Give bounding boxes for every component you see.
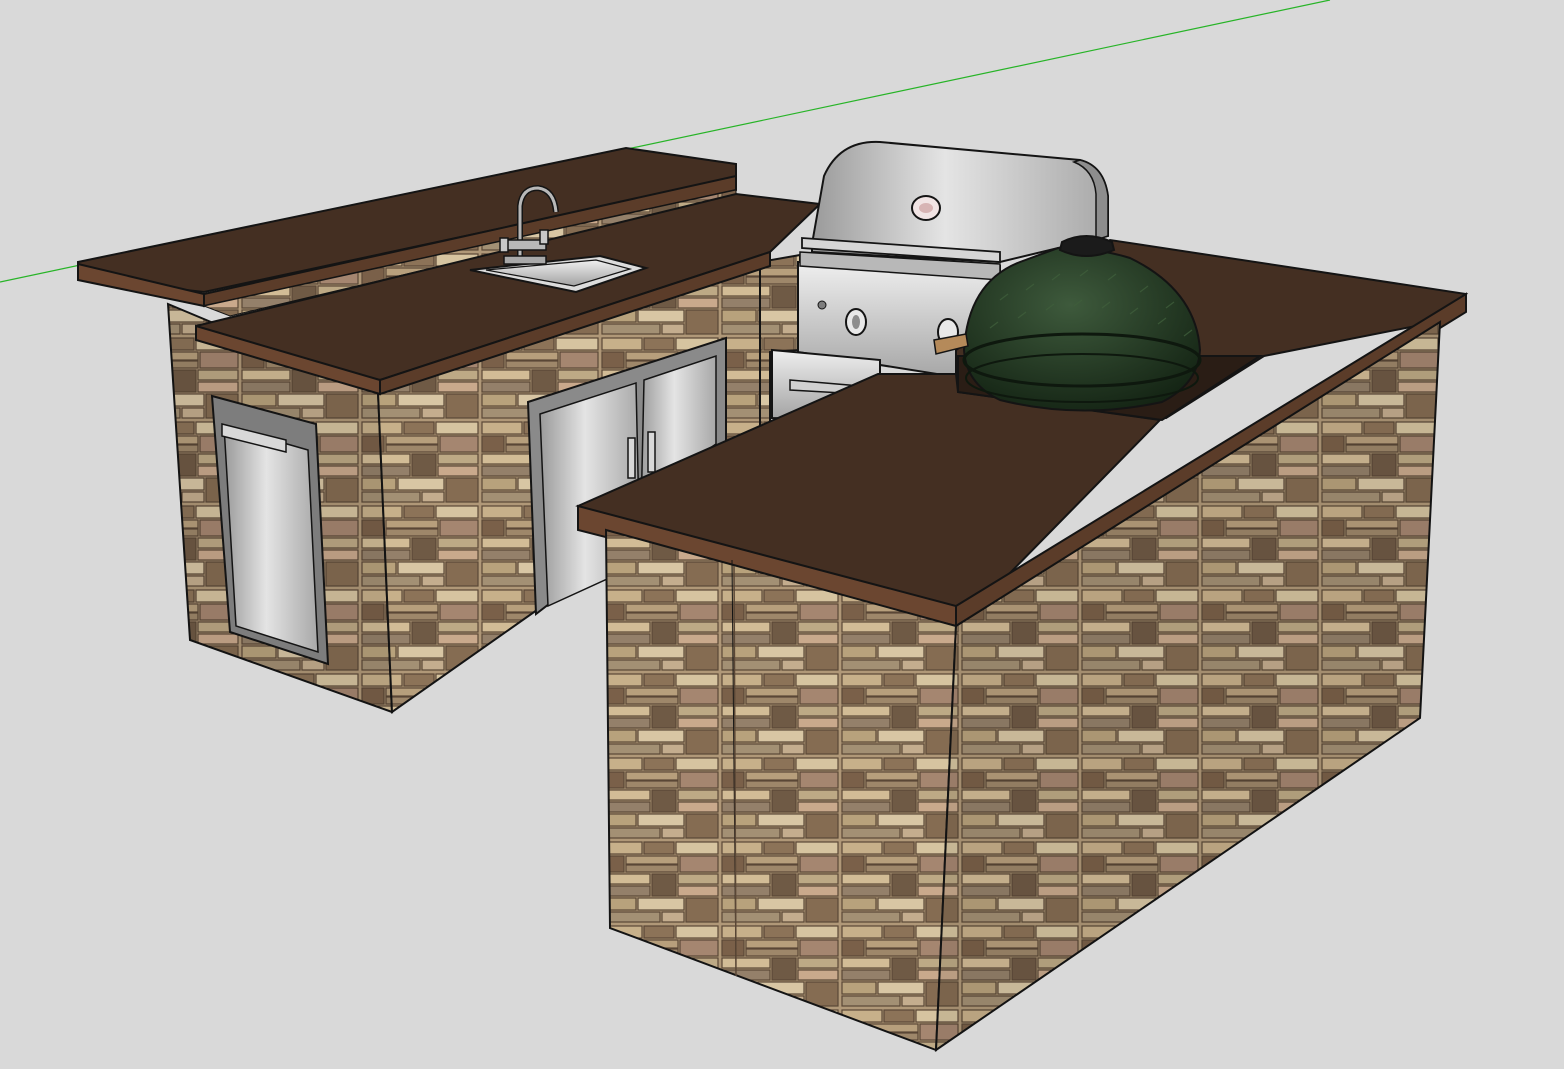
vent-cap-icon[interactable] [1058, 235, 1116, 257]
right-door-handle[interactable] [647, 431, 656, 473]
sketch-viewport[interactable] [0, 0, 1564, 1069]
trash-drawer-door[interactable] [210, 394, 330, 666]
left-door-handle[interactable] [627, 437, 636, 479]
kitchen-island-model [0, 0, 1469, 1052]
